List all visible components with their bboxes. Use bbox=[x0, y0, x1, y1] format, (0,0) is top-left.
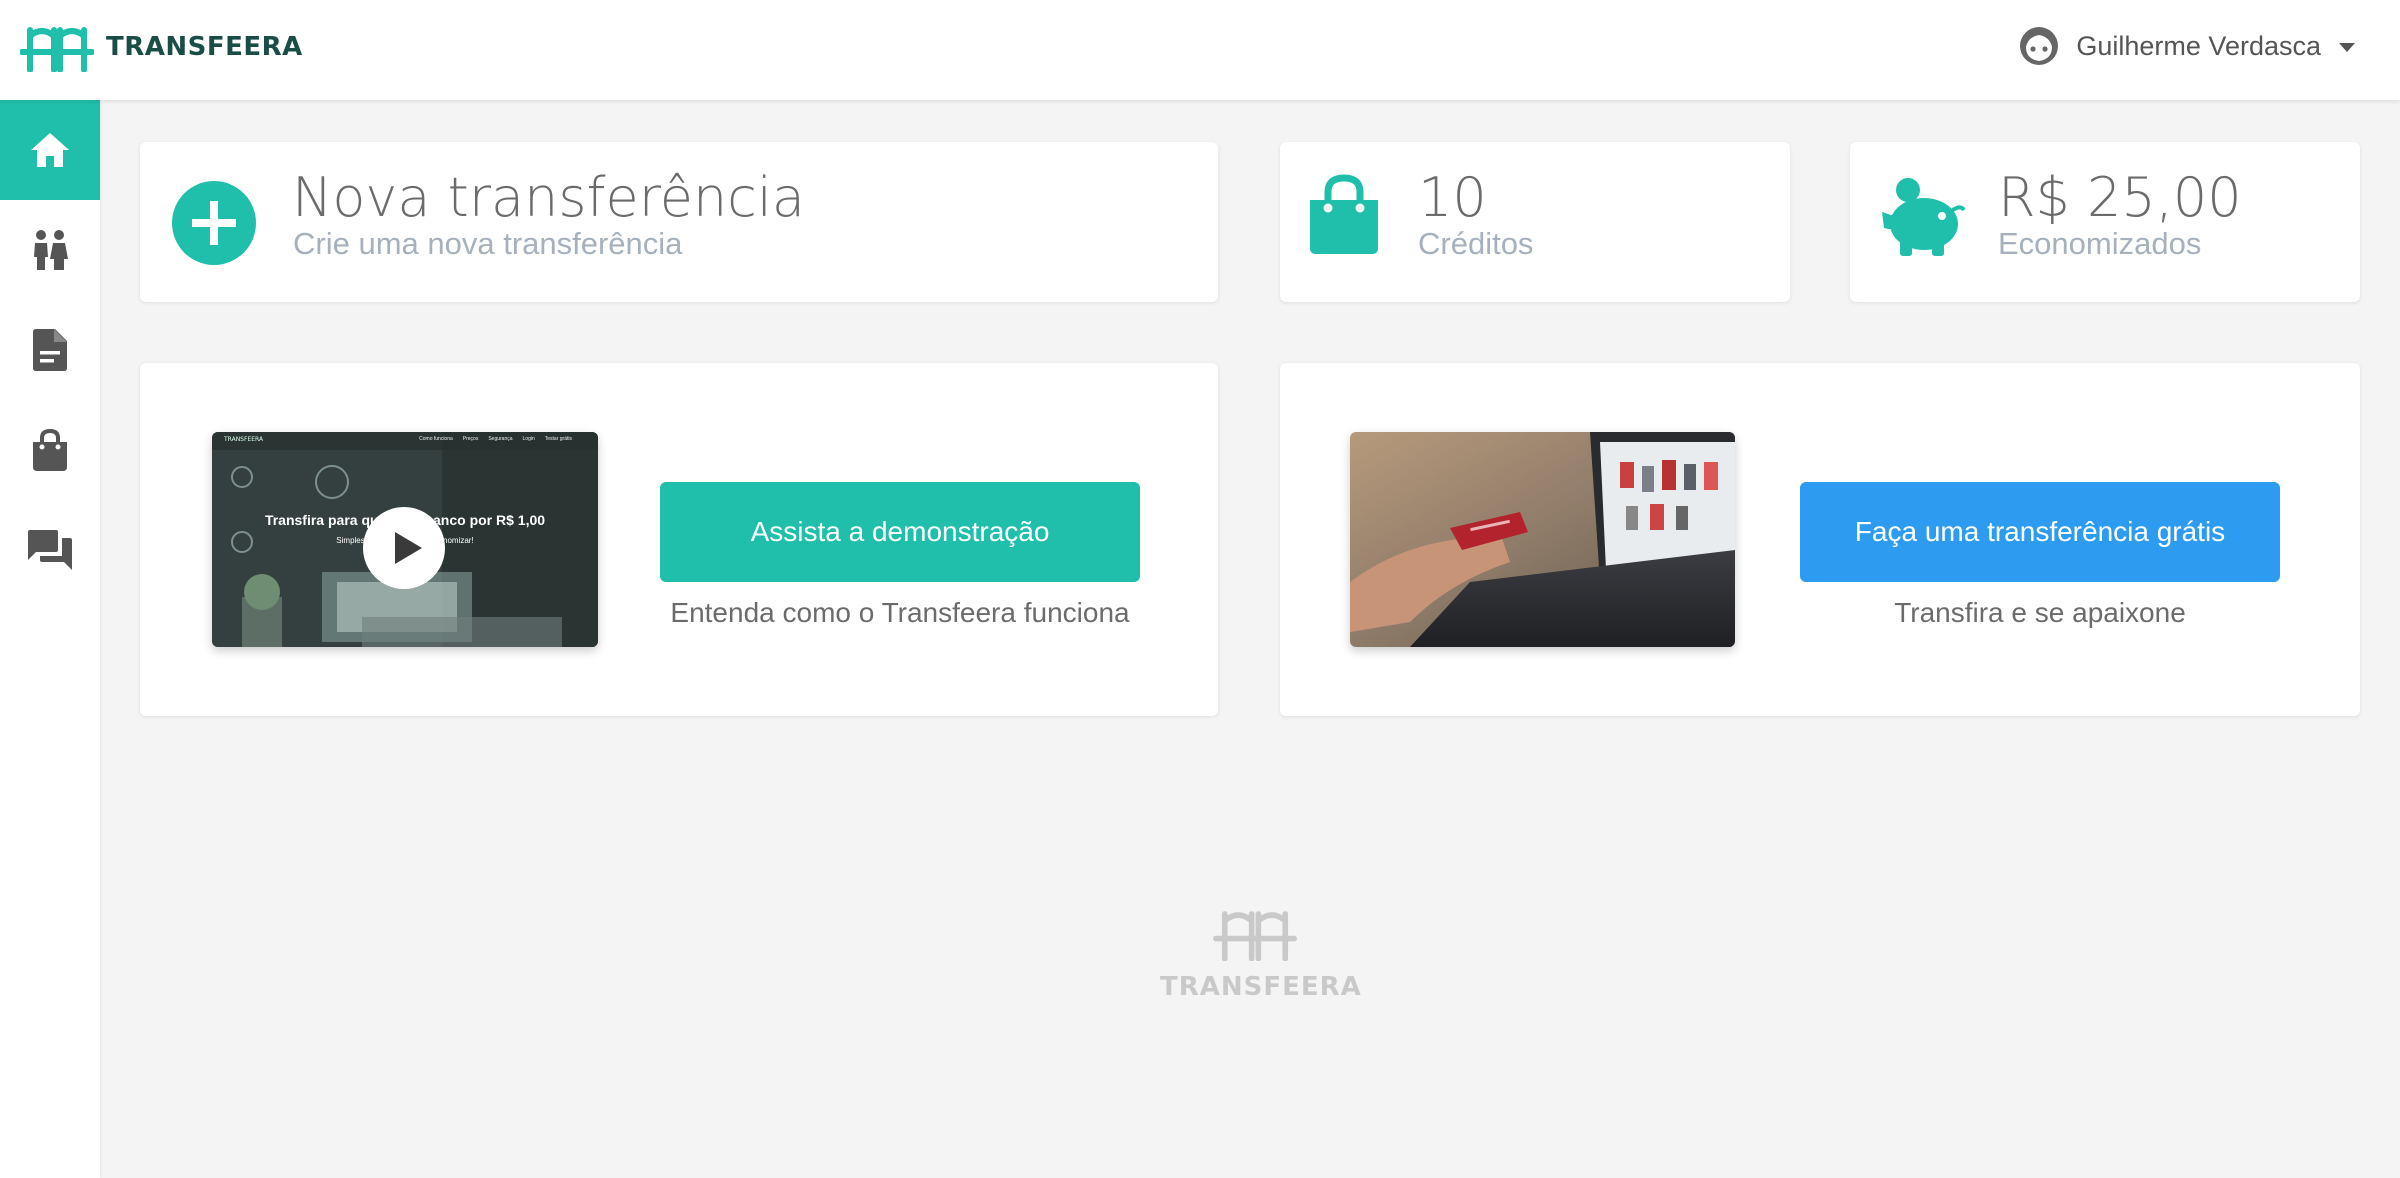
transfeera-logo-icon bbox=[20, 27, 94, 72]
thumb-nav-item: Testar grátis bbox=[544, 436, 572, 442]
new-transfer-card[interactable]: Nova transferência Crie uma nova transfe… bbox=[140, 142, 1218, 302]
credits-label: Créditos bbox=[1418, 226, 1534, 261]
credits-value: 10 bbox=[1418, 166, 1487, 229]
user-menu[interactable]: Guilherme Verdasca bbox=[2018, 24, 2355, 68]
sidebar-item-messages[interactable] bbox=[0, 500, 100, 600]
free-transfer-card: Faça uma transferência grátis Transfira … bbox=[1280, 363, 2360, 716]
shopping-bag-icon bbox=[33, 429, 67, 471]
user-name: Guilherme Verdasca bbox=[2076, 30, 2321, 61]
play-icon[interactable] bbox=[362, 506, 446, 590]
thumb-nav-item: Preços bbox=[462, 436, 479, 442]
savings-value: R$ 25,00 bbox=[1998, 166, 2242, 229]
face-icon bbox=[2020, 27, 2059, 65]
thumb-nav: Como funciona Preços Segurança Login Tes… bbox=[419, 436, 572, 442]
credits-card[interactable]: 10 Créditos bbox=[1280, 142, 1790, 302]
thumb-nav-item: Segurança bbox=[488, 436, 513, 442]
sidebar-item-home[interactable] bbox=[0, 100, 100, 200]
top-header: TRANSFEERA Guilherme Verdasca bbox=[0, 0, 2400, 100]
brand-logo[interactable]: TRANSFEERA bbox=[20, 22, 303, 72]
sidebar-item-documents[interactable] bbox=[0, 300, 100, 400]
new-transfer-subtitle: Crie uma nova transferência bbox=[293, 226, 683, 261]
thumb-nav-item: Como funciona bbox=[419, 436, 453, 442]
demo-card: TRANSFEERA Como funciona Preços Seguranç… bbox=[140, 363, 1218, 716]
sidebar-item-store[interactable] bbox=[0, 400, 100, 500]
shopping-bag-icon bbox=[1310, 174, 1378, 254]
free-transfer-caption: Transfira e se apaixone bbox=[1894, 597, 2186, 628]
caret-down-icon bbox=[2339, 43, 2355, 52]
savings-card[interactable]: R$ 25,00 Economizados bbox=[1850, 142, 2360, 302]
thumb-nav-item: Login bbox=[522, 436, 535, 442]
demo-video-thumbnail[interactable]: TRANSFEERA Como funciona Preços Seguranç… bbox=[212, 432, 598, 647]
demo-caption: Entenda como o Transfeera funciona bbox=[670, 597, 1130, 628]
thumb-mini-brand: TRANSFEERA bbox=[224, 436, 264, 443]
footer-brand-name: TRANSFEERA bbox=[1160, 972, 1362, 1002]
brand-name: TRANSFEERA bbox=[106, 32, 303, 62]
sidebar-item-people[interactable] bbox=[0, 200, 100, 300]
chat-icon bbox=[28, 530, 72, 570]
people-icon bbox=[34, 230, 68, 270]
laptop-card-image bbox=[1350, 432, 1735, 647]
transfeera-logo-icon bbox=[1213, 911, 1297, 962]
laptop-card-photo bbox=[1350, 432, 1735, 647]
document-icon bbox=[33, 329, 67, 371]
sidebar bbox=[0, 100, 100, 1178]
home-icon bbox=[31, 133, 69, 167]
add-circle-icon bbox=[172, 181, 256, 265]
piggy-bank-icon bbox=[1882, 178, 1966, 256]
watch-demo-button[interactable]: Assista a demonstração bbox=[660, 482, 1140, 582]
new-transfer-title: Nova transferência bbox=[292, 166, 805, 229]
footer-logo: TRANSFEERA bbox=[1160, 905, 1362, 1002]
savings-label: Economizados bbox=[1998, 226, 2202, 261]
free-transfer-button[interactable]: Faça uma transferência grátis bbox=[1800, 482, 2280, 582]
